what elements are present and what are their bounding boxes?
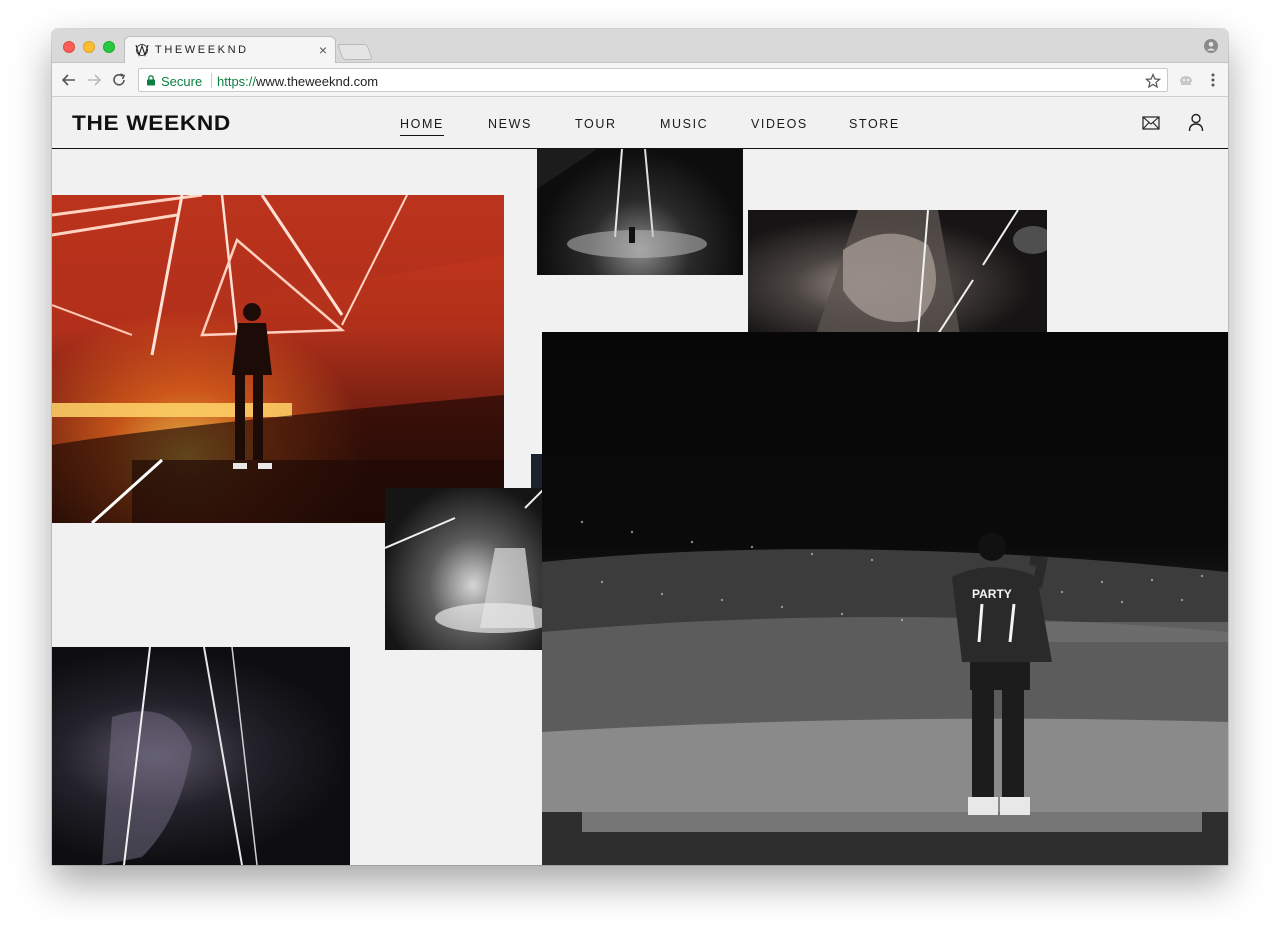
jacket-text: PARTY [972,587,1012,601]
tab-close-icon[interactable]: × [319,42,327,58]
red-stage-art [52,195,504,523]
concert-photo-dark-prism[interactable] [52,647,350,865]
zoom-window-button[interactable] [103,41,115,53]
concert-photo-red-stage[interactable] [52,195,504,523]
extension-icon[interactable] [1178,72,1194,88]
rock-prism-art [816,210,1047,334]
url-text[interactable]: https://www.theweeknd.com [217,74,378,89]
nav-store[interactable]: STORE [849,117,900,131]
dark-prism-art [102,647,258,865]
lock-icon [147,75,155,86]
nav-home[interactable]: HOME [400,117,444,136]
back-arrow-icon[interactable] [60,71,78,89]
concert-photo-rock-prism[interactable] [748,210,1047,334]
profile-icon[interactable] [1204,39,1218,53]
bookmark-star-icon[interactable] [1145,73,1161,89]
concert-photo-crowd-bw[interactable]: PARTY [542,332,1228,865]
reload-icon[interactable] [110,71,128,89]
omnibox-divider [211,73,212,88]
more-menu-icon[interactable] [1206,72,1220,88]
nav-music[interactable]: MUSIC [660,117,708,131]
tab-title: THEWEEKND [155,44,249,56]
new-tab-button[interactable] [337,44,373,60]
browser-toolbar: Secure https://www.theweeknd.com [52,63,1228,97]
site-header: THE WEEKND HOME NEWS TOUR MUSIC VIDEOS S… [52,97,1228,149]
browser-window: THEWEEKND × Secure https://www.theweeknd… [52,29,1228,865]
spotlight-beams [537,149,707,258]
close-window-button[interactable] [63,41,75,53]
tab-strip: THEWEEKND × [52,29,1228,64]
smoke-prism-art [385,488,545,633]
site-logo[interactable]: THE WEEKND [72,112,231,136]
minimize-window-button[interactable] [83,41,95,53]
nav-videos[interactable]: VIDEOS [751,117,808,131]
weeknd-favicon-icon [135,44,149,57]
browser-tab[interactable]: THEWEEKND × [124,36,336,64]
forward-arrow-icon[interactable] [85,71,103,89]
user-icon[interactable] [1188,113,1204,132]
crowd-bw-art: PARTY [542,520,1228,865]
mail-icon[interactable] [1142,116,1160,130]
url-scheme: https:// [217,74,257,89]
nav-tour[interactable]: TOUR [575,117,617,131]
nav-news[interactable]: NEWS [488,117,532,131]
address-bar[interactable]: Secure https://www.theweeknd.com [138,68,1168,92]
concert-photo-spotlight[interactable] [537,149,743,275]
secure-label: Secure [161,74,203,89]
photo-gallery: PARTY [52,149,1228,865]
concert-photo-smoke-prism[interactable] [385,488,545,650]
url-host: www.theweeknd.com [256,74,379,89]
